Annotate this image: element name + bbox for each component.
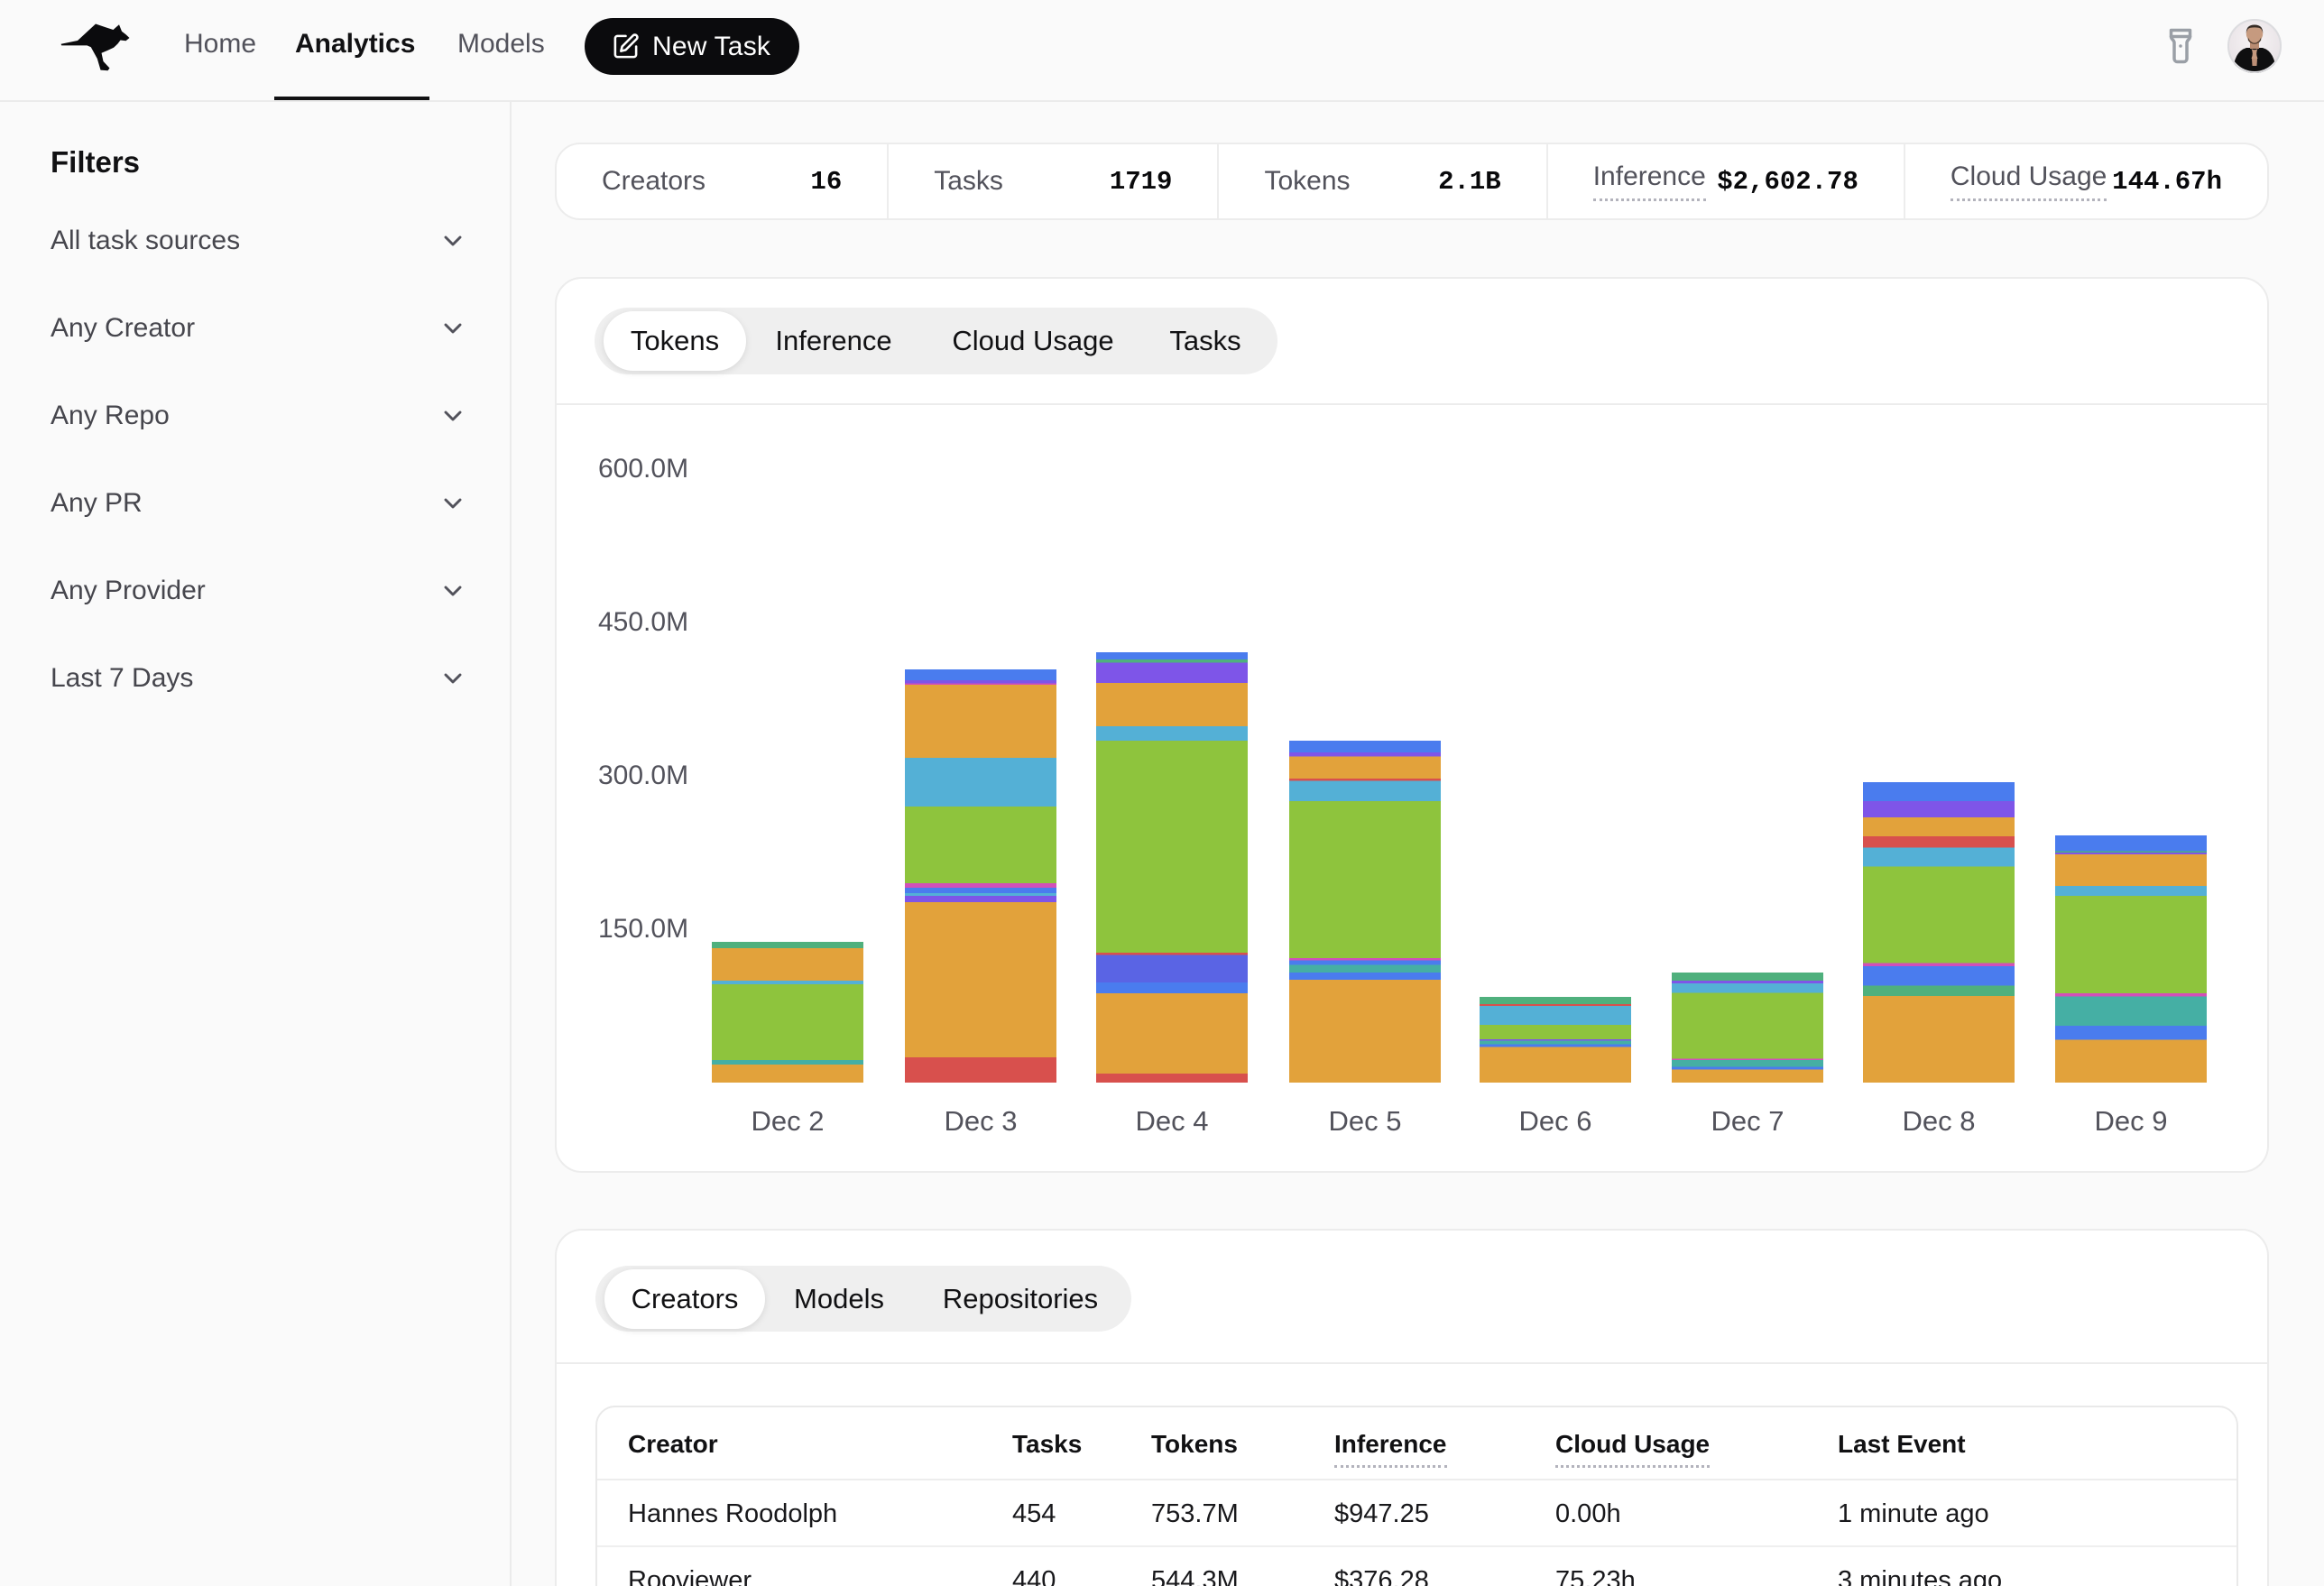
- svg-text:150.0M: 150.0M: [598, 914, 688, 944]
- svg-text:300.0M: 300.0M: [598, 761, 688, 790]
- svg-text:Dec 3: Dec 3: [945, 1105, 1018, 1137]
- svg-text:Dec 7: Dec 7: [1711, 1105, 1784, 1137]
- svg-text:Dec 2: Dec 2: [752, 1105, 825, 1137]
- svg-text:Dec 4: Dec 4: [1136, 1105, 1209, 1137]
- svg-text:Dec 5: Dec 5: [1329, 1105, 1402, 1137]
- svg-text:Dec 9: Dec 9: [2095, 1105, 2168, 1137]
- svg-text:Dec 6: Dec 6: [1519, 1105, 1592, 1137]
- svg-text:Dec 8: Dec 8: [1903, 1105, 1976, 1137]
- svg-text:450.0M: 450.0M: [598, 607, 688, 637]
- svg-text:600.0M: 600.0M: [598, 454, 688, 484]
